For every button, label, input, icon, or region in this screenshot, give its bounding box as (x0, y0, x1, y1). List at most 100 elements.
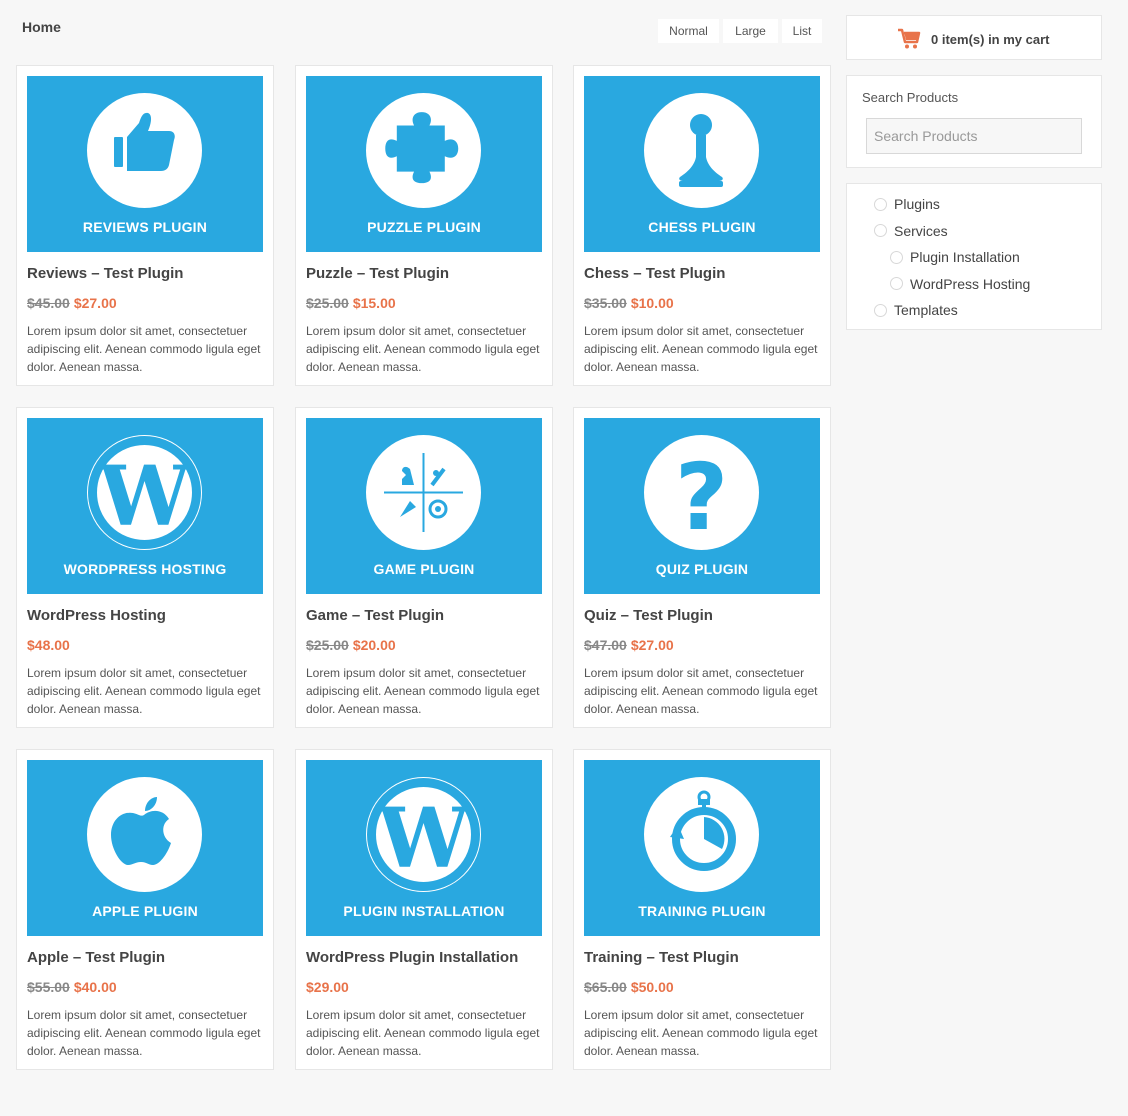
category-label: WordPress Hosting (910, 275, 1031, 292)
category-label: Templates (894, 302, 958, 318)
product-price: $29.00 (306, 979, 349, 995)
product-thumbnail[interactable]: W PLUGIN INSTALLATION (306, 760, 542, 936)
search-widget-title: Search Products (862, 90, 959, 105)
stopwatch-icon (644, 777, 759, 892)
product-thumbnail[interactable]: REVIEWS PLUGIN (27, 76, 263, 252)
svg-text:W: W (97, 449, 192, 545)
category-label: Plugins (894, 196, 940, 212)
product-thumbnail[interactable]: PUZZLE PLUGIN (306, 76, 542, 252)
cart-widget[interactable]: 0 item(s) in my cart (846, 15, 1102, 60)
product-title[interactable]: Chess – Test Plugin (584, 265, 725, 282)
sale-price: $50.00 (630, 979, 674, 995)
category-radio[interactable] (874, 303, 887, 317)
product-banner-label: PLUGIN INSTALLATION (343, 903, 505, 919)
product-thumbnail[interactable]: ? QUIZ PLUGIN (584, 418, 820, 594)
old-price: $65.00 (584, 979, 627, 995)
category-radio[interactable] (874, 197, 887, 211)
sale-price: $40.00 (73, 979, 117, 995)
product-banner-label: TRAINING PLUGIN (638, 903, 766, 919)
puzzle-icon (366, 93, 481, 208)
product-card[interactable]: TRAINING PLUGIN Training – Test Plugin $65… (573, 749, 831, 1070)
product-description: Lorem ipsum dolor sit amet, consectetuer… (27, 666, 261, 716)
sale-price: $27.00 (73, 295, 117, 311)
search-input[interactable] (866, 118, 1082, 154)
old-price: $35.00 (584, 295, 627, 311)
product-thumbnail[interactable]: CHESS PLUGIN (584, 76, 820, 252)
product-banner-label: REVIEWS PLUGIN (82, 219, 208, 235)
product-description: Lorem ipsum dolor sit amet, consectetuer… (584, 666, 818, 716)
product-title[interactable]: Apple – Test Plugin (27, 949, 165, 966)
view-list-button[interactable]: List (782, 19, 822, 43)
product-description: Lorem ipsum dolor sit amet, consectetuer… (306, 1008, 540, 1058)
view-switcher: Normal Large List (658, 19, 822, 43)
product-card[interactable]: CHESS PLUGIN Chess – Test Plugin $35.00 $10… (573, 65, 831, 386)
product-description: Lorem ipsum dolor sit amet, consectetuer… (306, 324, 540, 374)
product-banner-label: QUIZ PLUGIN (655, 561, 749, 577)
view-normal-button[interactable]: Normal (658, 19, 719, 43)
product-description: Lorem ipsum dolor sit amet, consectetuer… (584, 324, 818, 374)
product-thumbnail[interactable]: GAME PLUGIN (306, 418, 542, 594)
question-mark-icon: ? (644, 435, 759, 550)
old-price: $25.00 (306, 637, 349, 653)
product-title[interactable]: WordPress Plugin Installation (306, 949, 518, 966)
category-label: Services (894, 222, 948, 239)
product-thumbnail[interactable]: TRAINING PLUGIN (584, 760, 820, 936)
category-item[interactable]: Plugins (874, 196, 940, 212)
product-banner-label: CHESS PLUGIN (648, 219, 756, 235)
product-banner-label: PUZZLE PLUGIN (367, 219, 481, 235)
product-banner-label: GAME PLUGIN (373, 561, 475, 577)
sale-price: $10.00 (630, 295, 674, 311)
svg-text:?: ? (675, 444, 728, 550)
category-radio[interactable] (890, 277, 903, 290)
category-item[interactable]: Plugin Installation (890, 249, 1020, 265)
product-price: $55.00 $40.00 (27, 979, 117, 995)
sale-price: $48.00 (27, 637, 70, 653)
product-thumbnail[interactable]: APPLE PLUGIN (27, 760, 263, 936)
product-description: Lorem ipsum dolor sit amet, consectetuer… (27, 324, 261, 374)
thumbs-up-icon (87, 93, 202, 208)
cart-summary: 0 item(s) in my cart (931, 32, 1050, 47)
product-description: Lorem ipsum dolor sit amet, consectetuer… (584, 1008, 818, 1058)
category-item[interactable]: Templates (874, 302, 958, 318)
category-radio[interactable] (890, 250, 903, 264)
sale-price: $29.00 (306, 979, 349, 995)
product-price: $35.00 $10.00 (584, 295, 674, 311)
product-price: $25.00 $15.00 (306, 295, 396, 311)
category-radio[interactable] (874, 224, 887, 237)
view-large-button[interactable]: Large (723, 19, 778, 43)
sale-price: $27.00 (630, 637, 674, 653)
product-title[interactable]: Reviews – Test Plugin (27, 265, 183, 282)
product-price: $45.00 $27.00 (27, 295, 117, 311)
product-price: $47.00 $27.00 (584, 637, 674, 653)
old-price: $25.00 (306, 295, 349, 311)
product-description: Lorem ipsum dolor sit amet, consectetuer… (27, 1008, 261, 1058)
sale-price: $20.00 (352, 637, 396, 653)
product-thumbnail[interactable]: W WORDPRESS HOSTING (27, 418, 263, 594)
product-banner-label: WORDPRESS HOSTING (63, 561, 227, 577)
product-description: Lorem ipsum dolor sit amet, consectetuer… (306, 666, 540, 716)
product-title[interactable]: Quiz – Test Plugin (584, 607, 713, 624)
category-item[interactable]: Services (874, 223, 948, 239)
product-card[interactable]: REVIEWS PLUGIN Reviews – Test Plugin $45.0… (16, 65, 274, 386)
product-card[interactable]: APPLE PLUGIN Apple – Test Plugin $55.00 $40… (16, 749, 274, 1070)
cart-icon (897, 28, 921, 55)
product-title[interactable]: WordPress Hosting (27, 607, 166, 624)
product-title[interactable]: Game – Test Plugin (306, 607, 444, 624)
wordpress-icon: W (366, 777, 481, 892)
product-title[interactable]: Puzzle – Test Plugin (306, 265, 449, 282)
svg-text:W: W (376, 791, 471, 887)
product-card[interactable]: GAME PLUGIN Game – Test Plugin $25.00 $20.0… (295, 407, 553, 728)
product-card[interactable]: W WORDPRESS HOSTING WordPress Hosting $48.0… (16, 407, 274, 728)
product-card[interactable]: PUZZLE PLUGIN Puzzle – Test Plugin $25.00 $… (295, 65, 553, 386)
product-card[interactable]: W PLUGIN INSTALLATION WordPress Plugin Ins… (295, 749, 553, 1070)
apple-icon (87, 777, 202, 892)
breadcrumb[interactable]: Home (22, 19, 61, 35)
category-item[interactable]: WordPress Hosting (890, 276, 1030, 292)
product-price: $48.00 (27, 637, 70, 653)
product-card[interactable]: ? QUIZ PLUGIN Quiz – Test Plugin $47.00 $27.… (573, 407, 831, 728)
wordpress-icon: W (87, 435, 202, 550)
sale-price: $15.00 (352, 295, 396, 311)
old-price: $45.00 (27, 295, 70, 311)
product-title[interactable]: Training – Test Plugin (584, 949, 739, 966)
product-banner-label: APPLE PLUGIN (92, 903, 198, 919)
